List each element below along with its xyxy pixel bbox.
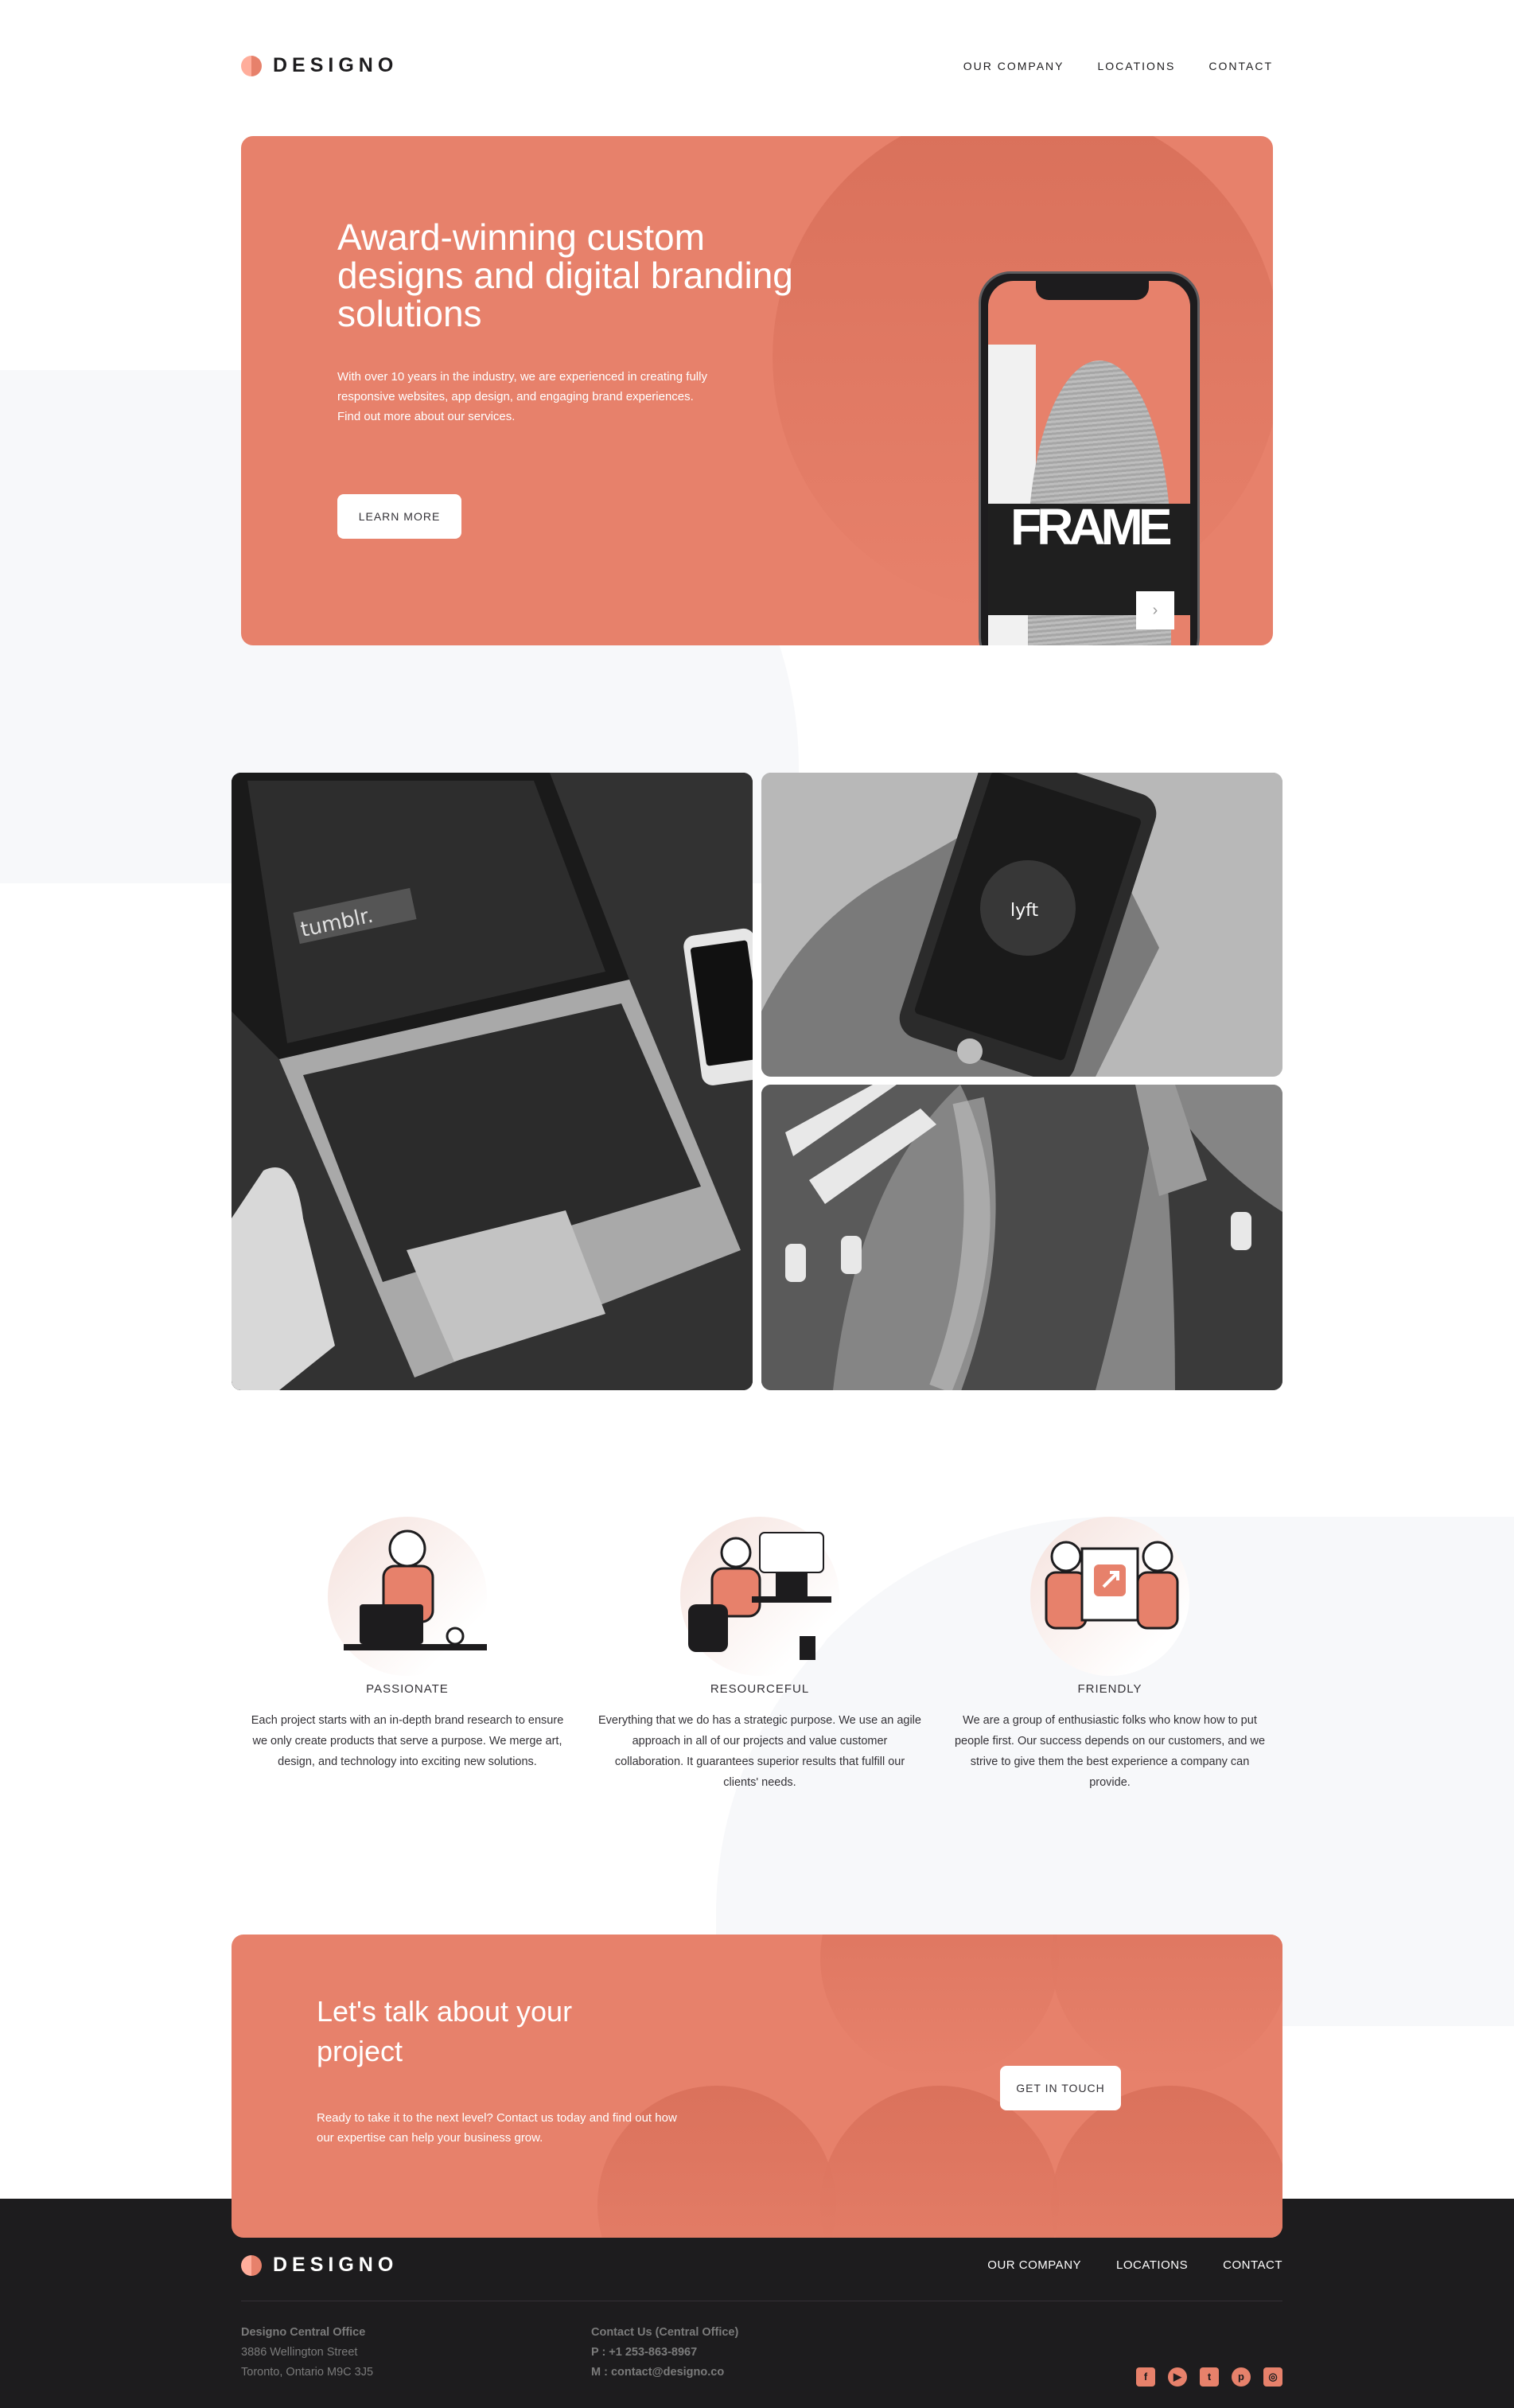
get-in-touch-button[interactable]: GET IN TOUCH [1000,2066,1121,2110]
footer-contact-info: Contact Us (Central Office) P : +1 253-8… [591,2323,738,2383]
app-design-tile[interactable]: lyft [761,773,1282,1077]
logo-mark-icon [241,2254,262,2276]
phone-screen: FRAME › [988,281,1190,645]
feature-friendly: FRIENDLY We are a group of enthusiastic … [947,1517,1273,1793]
nav-our-company[interactable]: OUR COMPANY [963,60,1064,72]
logo-link[interactable]: DESIGNO [241,54,398,77]
office-heading: Designo Central Office [241,2326,366,2339]
instagram-icon[interactable]: ◎ [1263,2367,1282,2387]
feature-description: Everything that we do has a strategic pu… [598,1714,921,1789]
site-header: DESIGNO OUR COMPANY LOCATIONS CONTACT [241,54,1273,83]
feature-title: RESOURCEFUL [710,1682,810,1696]
resourceful-illustration-icon [680,1517,839,1676]
footer-logo-text: DESIGNO [273,2254,399,2276]
contact-heading: Contact Us (Central Office) [591,2326,739,2339]
learn-more-button[interactable]: LEARN MORE [337,494,461,539]
friendly-illustration-icon [1030,1517,1189,1676]
footer-nav-locations[interactable]: LOCATIONS [1116,2258,1188,2272]
office-city: Toronto, Ontario M9C 3J5 [241,2366,374,2379]
facebook-icon[interactable]: f [1136,2367,1155,2387]
hero-title: Award-winning custom designs and digital… [337,216,793,334]
footer-office-address: Designo Central Office 3886 Wellington S… [241,2323,373,2383]
social-links: f ▶ t p ◎ [1136,2367,1282,2387]
laptop-photo-icon: tumblr. [232,773,753,1390]
features-section: PASSIONATE Each project starts with an i… [241,1517,1273,1803]
cta-section: Let's talk about your project Ready to t… [232,1935,1282,2238]
graphic-design-tile[interactable] [761,1085,1282,1390]
contact-email[interactable]: M : contact@designo.co [591,2363,738,2383]
abstract-graphic-photo-icon [761,1085,1282,1390]
feature-title: PASSIONATE [366,1682,449,1696]
web-design-tile[interactable]: tumblr. [232,773,753,1390]
youtube-icon[interactable]: ▶ [1168,2367,1187,2387]
contact-phone[interactable]: P : +1 253-863-8967 [591,2343,738,2363]
lyft-logo-text: lyft [1010,901,1038,921]
phone-next-arrow-icon: › [1136,591,1174,629]
twitter-icon[interactable]: t [1200,2367,1219,2387]
cta-description: Ready to take it to the next level? Cont… [317,2111,677,2145]
passionate-illustration-icon [328,1517,487,1676]
logo-text: DESIGNO [273,54,399,76]
hero-description: With over 10 years in the industry, we a… [337,370,707,423]
feature-passionate: PASSIONATE Each project starts with an i… [244,1517,570,1772]
hero-phone-mockup: FRAME › [979,271,1200,645]
footer-nav: OUR COMPANY LOCATIONS CONTACT [987,2258,1282,2272]
logo-mark-icon [241,55,262,76]
phone-notch [1036,281,1149,300]
nav-contact[interactable]: CONTACT [1208,60,1273,72]
footer-nav-our-company[interactable]: OUR COMPANY [987,2258,1081,2272]
office-street: 3886 Wellington Street [241,2346,358,2359]
hero-section: Award-winning custom designs and digital… [241,136,1273,645]
feature-resourceful: RESOURCEFUL Everything that we do has a … [597,1517,923,1793]
footer-logo-link[interactable]: DESIGNO [241,2254,398,2277]
footer-nav-contact[interactable]: CONTACT [1223,2258,1282,2272]
pinterest-icon[interactable]: p [1232,2367,1251,2387]
feature-description: Each project starts with an in-depth bra… [251,1714,564,1768]
main-nav: OUR COMPANY LOCATIONS CONTACT [963,60,1273,72]
cta-title: Let's talk about your project [317,1995,573,2067]
phone-lyft-photo-icon: lyft [761,773,1282,1077]
phone-screen-brand-text: FRAME [1010,498,1173,555]
nav-locations[interactable]: LOCATIONS [1098,60,1176,72]
feature-description: We are a group of enthusiastic folks who… [954,1714,1266,1789]
feature-title: FRIENDLY [1077,1682,1142,1696]
